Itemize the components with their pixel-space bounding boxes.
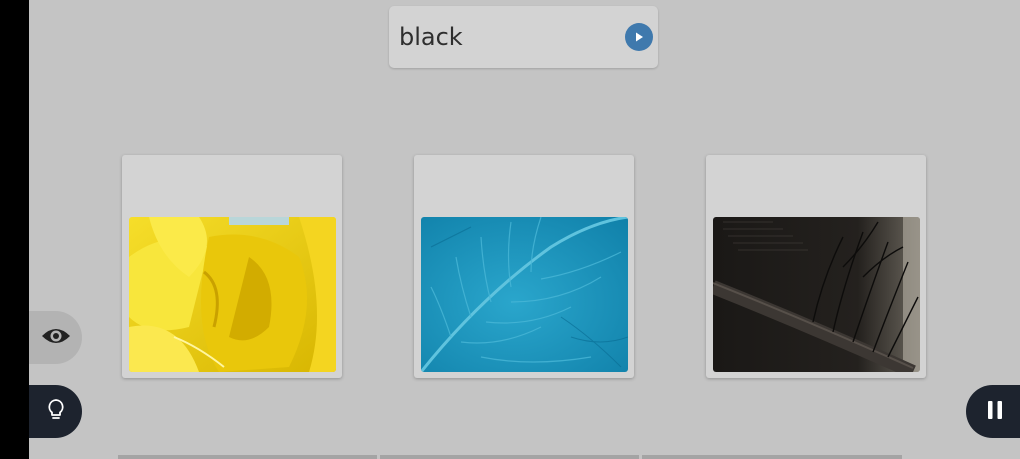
- progress-segment: [642, 455, 902, 459]
- hint-button[interactable]: [29, 385, 82, 438]
- lightbulb-icon: [47, 398, 65, 426]
- play-icon: [633, 28, 645, 47]
- play-audio-button[interactable]: [625, 23, 653, 51]
- pause-icon: [987, 400, 1003, 423]
- blue-feather-image: [421, 217, 628, 372]
- pause-button[interactable]: [966, 385, 1020, 438]
- prompt-word-card: black: [389, 6, 658, 68]
- yellow-flower-image: [129, 217, 336, 372]
- choice-card-blue-feather[interactable]: [414, 155, 634, 378]
- choice-card-black-feather[interactable]: [706, 155, 926, 378]
- progress-segment: [380, 455, 639, 459]
- reveal-button[interactable]: [29, 311, 82, 364]
- progress-segment: [118, 455, 377, 459]
- choice-card-yellow-flower[interactable]: [122, 155, 342, 378]
- left-edge-bar: [0, 0, 29, 459]
- black-feather-image: [713, 217, 920, 372]
- eye-icon: [41, 326, 71, 350]
- prompt-word: black: [399, 23, 463, 51]
